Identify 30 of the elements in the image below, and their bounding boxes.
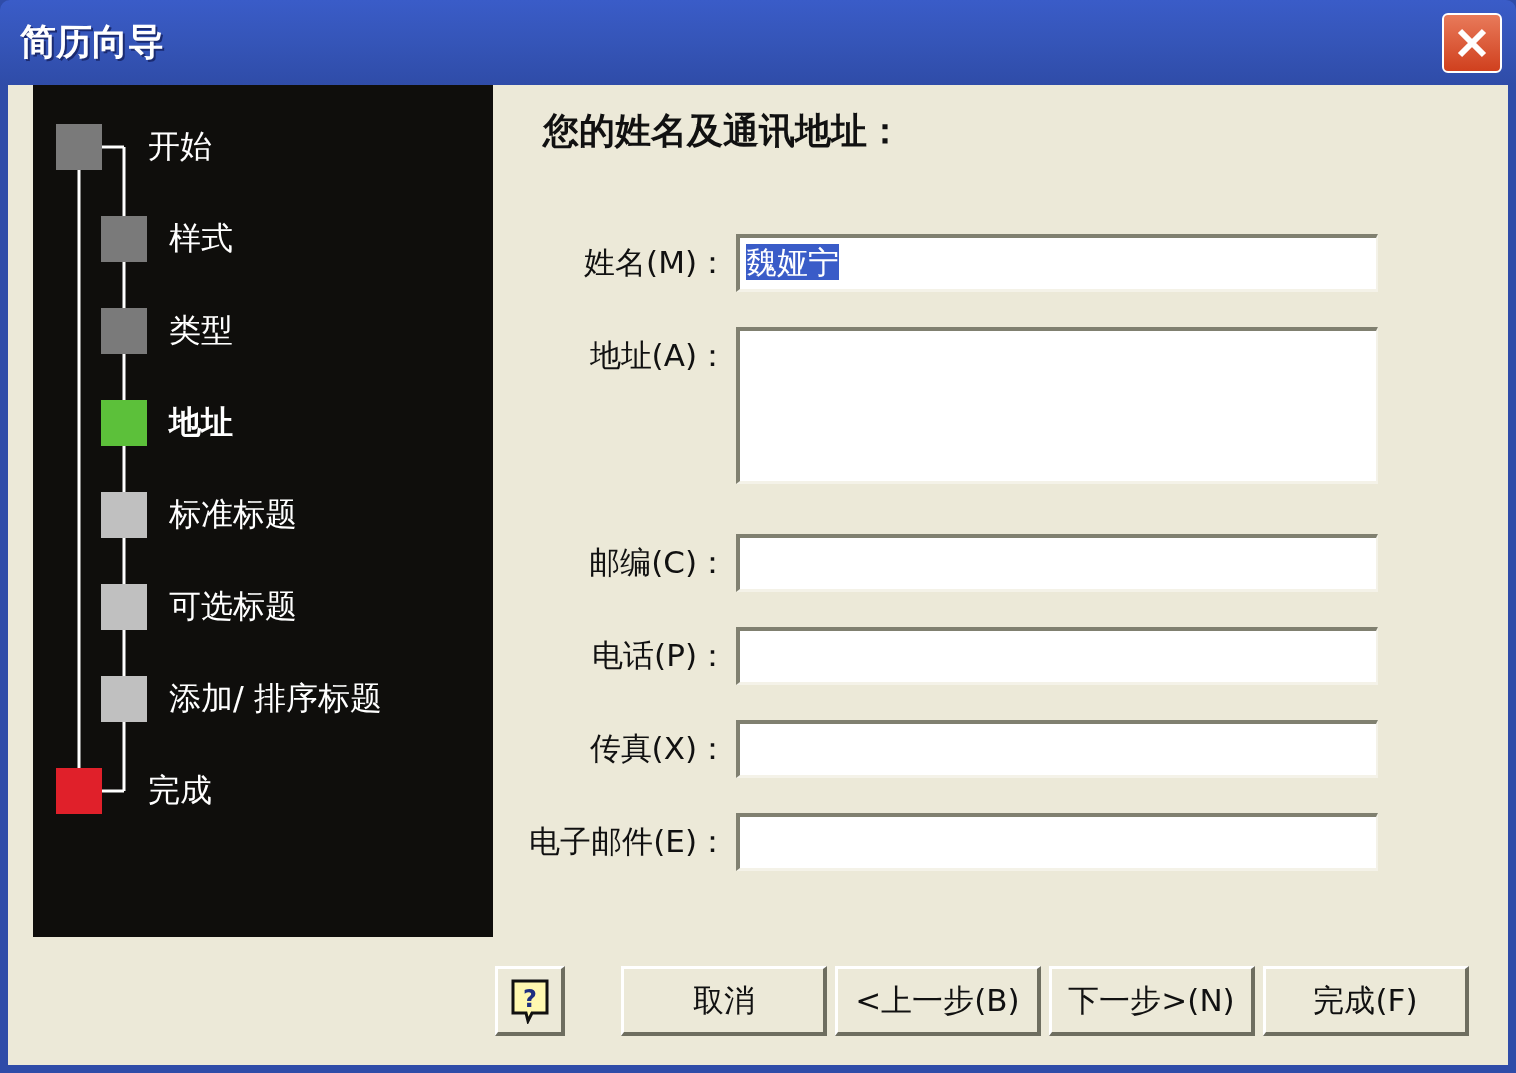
field-label: 传真(X)： xyxy=(588,729,728,768)
step-label: 地址 xyxy=(169,402,233,443)
wizard-button[interactable]: 下一步>(N) xyxy=(1049,966,1255,1036)
input-field[interactable]: 魏娅宁 xyxy=(736,234,1378,292)
step-label: 开始 xyxy=(148,126,212,167)
window-title: 简历向导 xyxy=(20,20,164,64)
field-label: 地址(A)： xyxy=(588,336,728,375)
close-icon xyxy=(1456,26,1488,59)
input-field[interactable] xyxy=(736,534,1378,592)
input-field[interactable] xyxy=(736,627,1378,685)
help-button[interactable]: ? xyxy=(495,966,565,1036)
input-field[interactable] xyxy=(736,813,1378,871)
field-label: 电话(P)： xyxy=(591,636,728,675)
field-label: 电子邮件(E)： xyxy=(528,822,728,861)
step-label: 可选标题 xyxy=(169,586,297,627)
step-label: 类型 xyxy=(169,310,233,351)
field-label: 姓名(M)： xyxy=(583,243,728,282)
wizard-button[interactable]: 取消 xyxy=(621,966,827,1036)
input-field[interactable] xyxy=(736,720,1378,778)
step-label: 完成 xyxy=(148,770,212,811)
help-icon: ? xyxy=(509,977,550,1024)
step-label: 样式 xyxy=(169,218,233,259)
step-label: 标准标题 xyxy=(169,494,297,535)
wizard-button[interactable]: 完成(F) xyxy=(1263,966,1469,1036)
wizard-button[interactable]: <上一步(B) xyxy=(835,966,1041,1036)
section-heading: 您的姓名及通讯地址： xyxy=(543,109,904,153)
close-button[interactable] xyxy=(1442,12,1502,73)
field-label: 邮编(C)： xyxy=(588,543,728,582)
step-label: 添加/ 排序标题 xyxy=(169,678,382,719)
text-area[interactable] xyxy=(736,327,1378,484)
